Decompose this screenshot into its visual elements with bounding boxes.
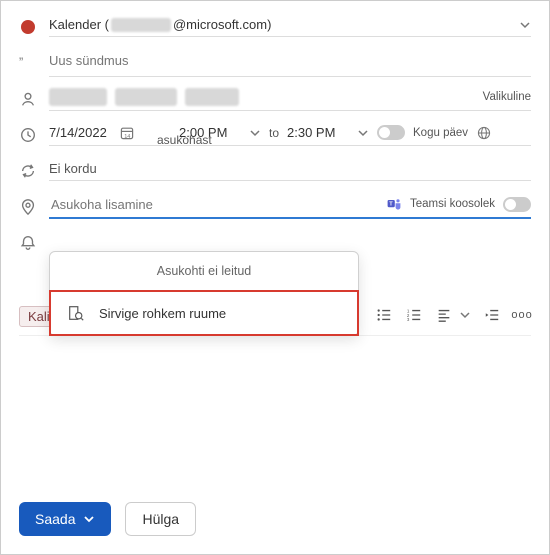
- date-picker[interactable]: 7/14/2022: [49, 125, 111, 140]
- browse-more-rooms-item[interactable]: Sirvige rohkem ruume: [49, 290, 359, 336]
- teams-meeting-label: Teamsi koosolek: [410, 198, 495, 210]
- asukohast-overlay-label: asukohast: [157, 133, 212, 147]
- attendee-chip: [49, 88, 107, 106]
- chevron-down-icon[interactable]: [249, 127, 261, 139]
- recurrence-value: Ei kordu: [49, 161, 97, 176]
- teams-icon: T: [386, 196, 402, 212]
- svg-text:T: T: [389, 202, 393, 208]
- svg-text:14: 14: [124, 133, 130, 139]
- location-input[interactable]: [49, 196, 378, 213]
- chevron-down-icon[interactable]: [83, 513, 95, 525]
- globe-icon[interactable]: [476, 125, 492, 141]
- person-icon: [19, 90, 37, 108]
- optional-attendees-link[interactable]: Valikuline: [483, 91, 531, 103]
- recurrence-icon: [19, 162, 37, 180]
- chevron-down-icon: [519, 19, 531, 31]
- redacted-account: [111, 18, 171, 32]
- svg-text:”: ”: [19, 56, 23, 70]
- browse-more-rooms-label: Sirvige rohkem ruume: [99, 306, 226, 321]
- bell-icon: [19, 234, 37, 252]
- send-button-label: Saada: [35, 511, 75, 527]
- discard-button-label: Hülga: [142, 511, 179, 527]
- all-day-toggle[interactable]: [377, 125, 405, 140]
- calendar-picker[interactable]: Kalender ( @microsoft.com): [49, 17, 531, 37]
- attendee-chip: [115, 88, 177, 106]
- quote-icon: ”: [19, 54, 37, 72]
- numbered-list-icon[interactable]: 123: [405, 306, 423, 324]
- chevron-down-icon[interactable]: [459, 309, 471, 321]
- more-icon[interactable]: ooo: [513, 306, 531, 324]
- recurrence-picker[interactable]: Ei kordu: [49, 161, 531, 181]
- calendar-name-prefix: Kalender (: [49, 17, 109, 32]
- location-icon: [19, 198, 37, 216]
- all-day-label: Kogu päev: [413, 127, 468, 139]
- outdent-icon[interactable]: [483, 306, 501, 324]
- event-title-input[interactable]: [49, 49, 531, 72]
- align-icon[interactable]: [435, 306, 453, 324]
- calendar-color-dot: [19, 18, 37, 36]
- search-room-icon: [67, 304, 85, 322]
- chevron-down-icon[interactable]: [357, 127, 369, 139]
- discard-button[interactable]: Hülga: [125, 502, 196, 536]
- attendees-field[interactable]: Valikuline: [49, 88, 531, 111]
- location-suggestions-popup: Asukohti ei leitud Sirvige rohkem ruume: [49, 251, 359, 336]
- to-label: to: [269, 126, 279, 140]
- attendee-chip: [185, 88, 239, 106]
- calendar-name-domain: @microsoft.com): [173, 17, 271, 32]
- calendar-icon[interactable]: 14: [119, 125, 135, 141]
- teams-meeting-toggle[interactable]: [503, 197, 531, 212]
- clock-icon: [19, 126, 37, 144]
- bulleted-list-icon[interactable]: [375, 306, 393, 324]
- send-button[interactable]: Saada: [19, 502, 111, 536]
- popup-header: Asukohti ei leitud: [50, 252, 358, 291]
- svg-text:3: 3: [407, 317, 410, 322]
- end-time-picker[interactable]: 2:30 PM: [287, 125, 349, 140]
